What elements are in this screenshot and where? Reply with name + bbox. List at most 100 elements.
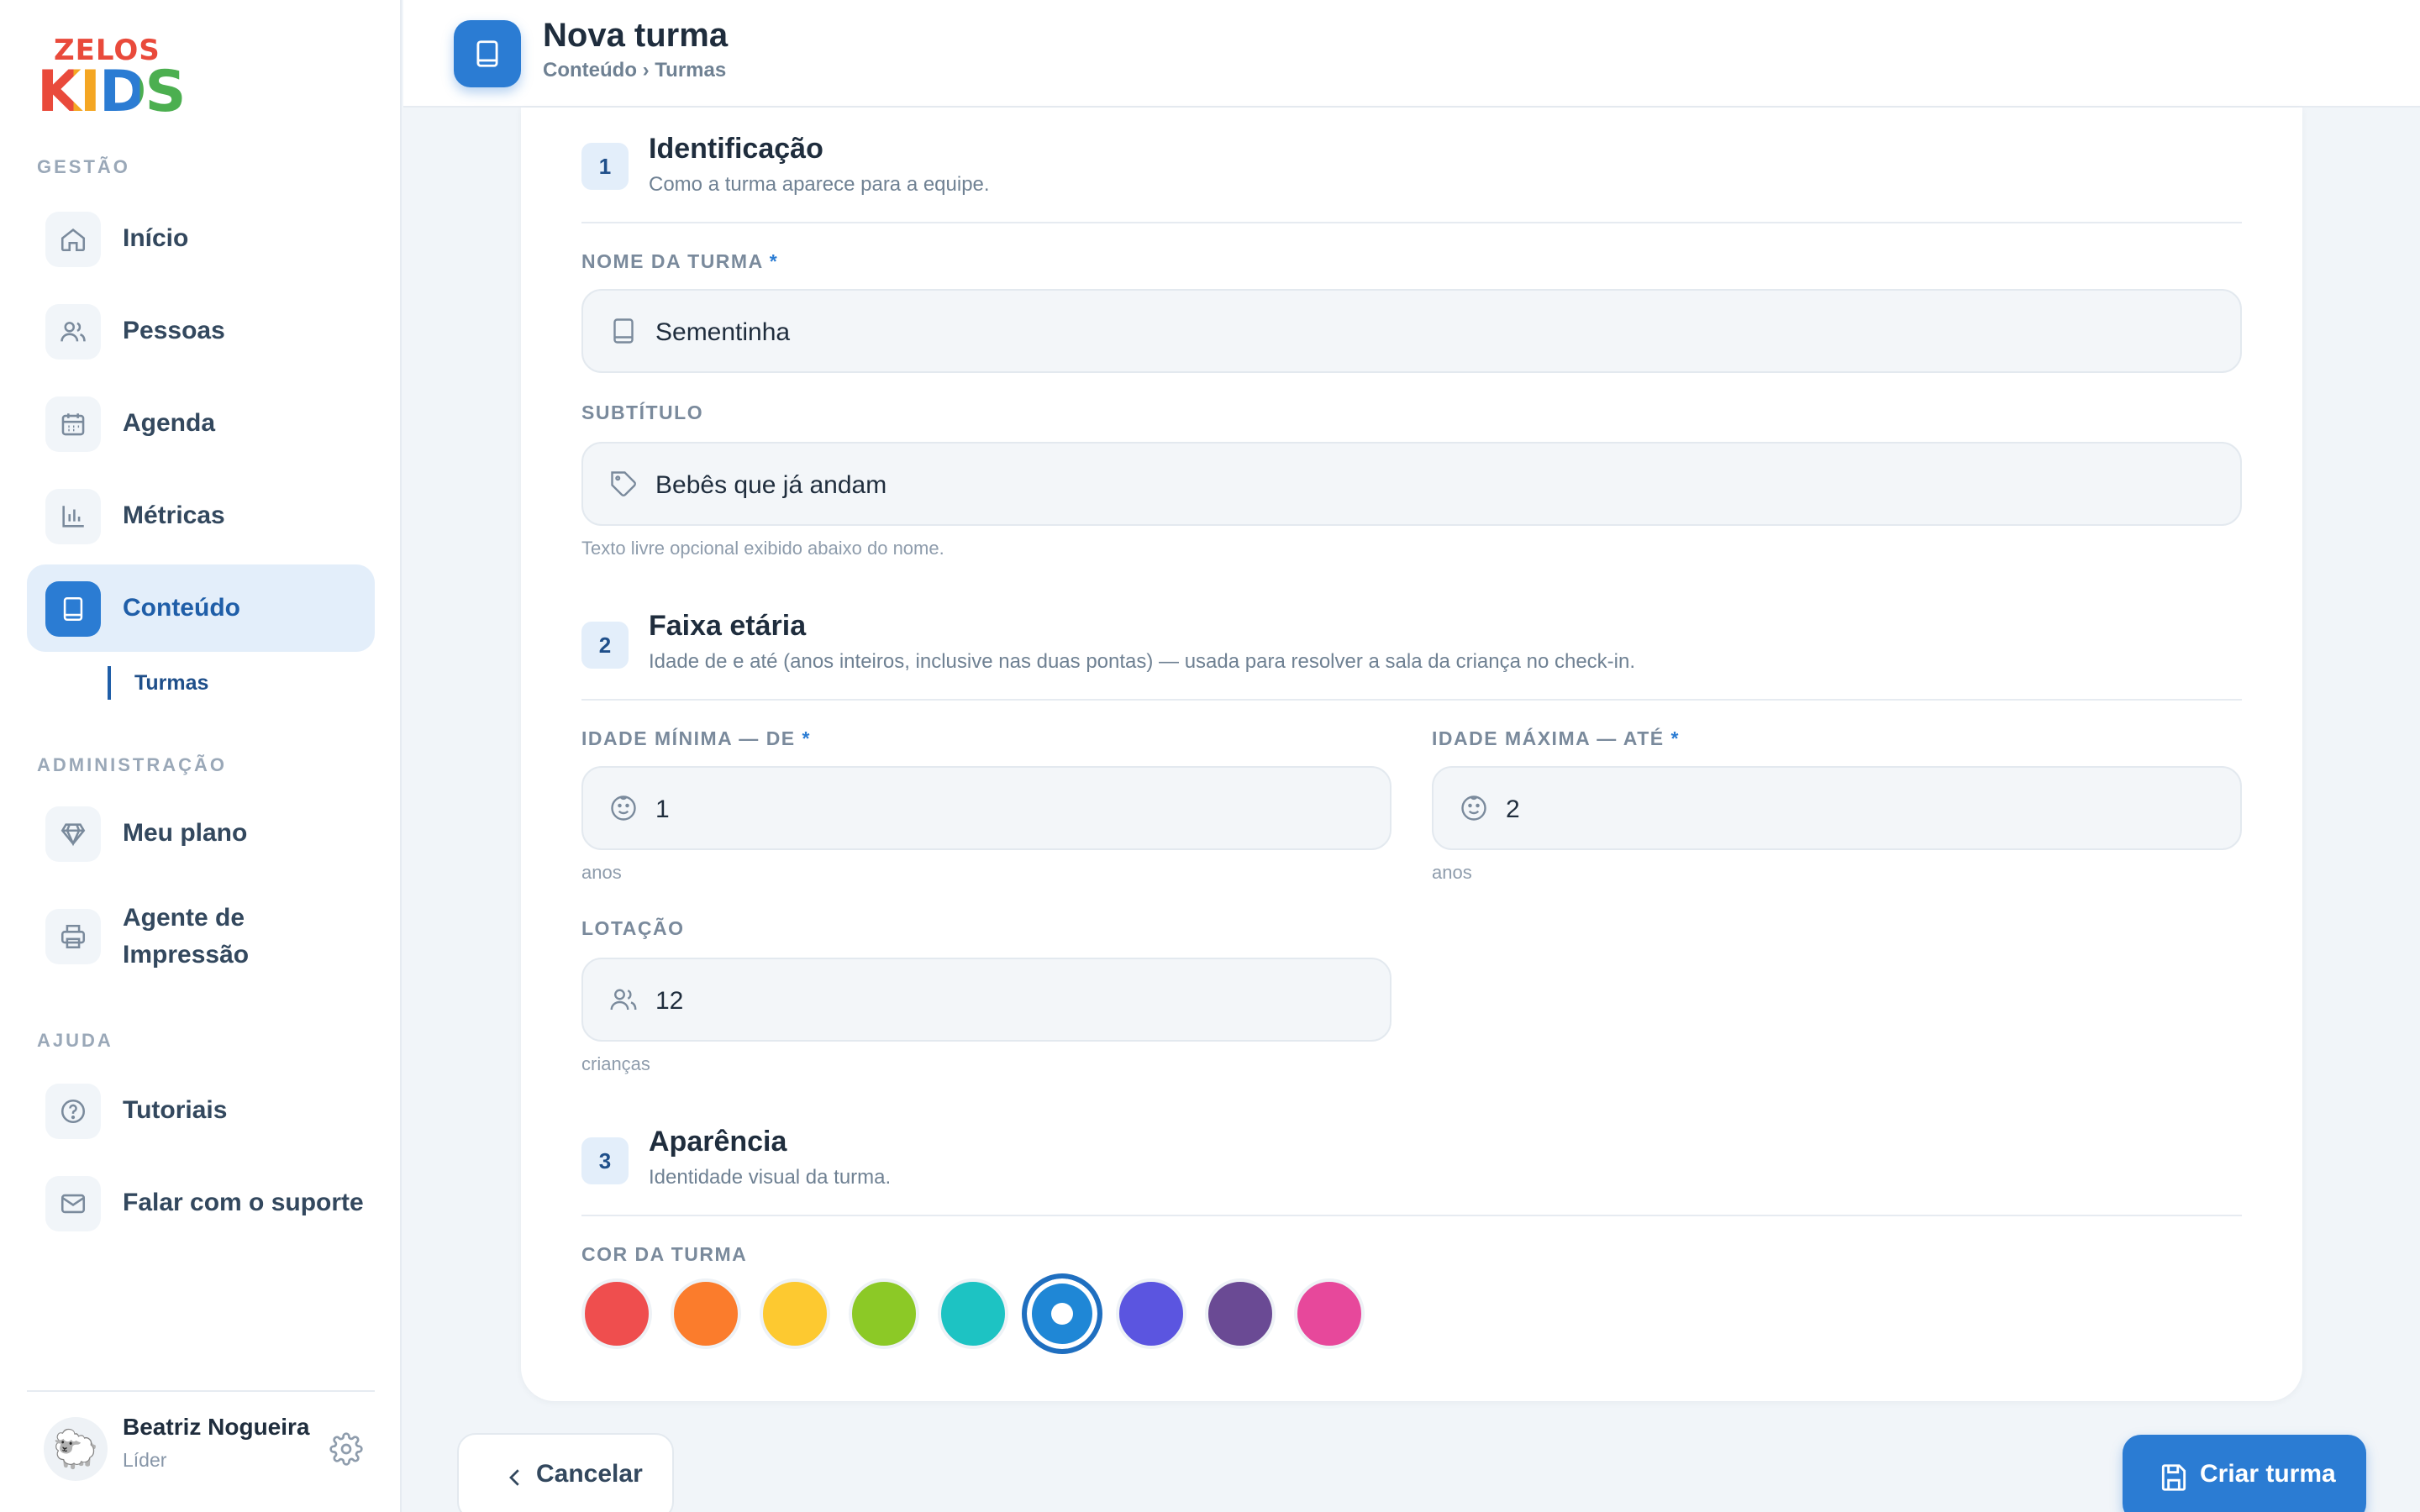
name-field-label: NOME DA TURMA * xyxy=(581,250,778,273)
create-class-button[interactable]: Criar turma xyxy=(2123,1435,2366,1512)
max-age-label: IDADE MÁXIMA — ATÉ * xyxy=(1432,727,1680,750)
create-class-label: Criar turma xyxy=(2200,1460,2336,1488)
step-title-aparencia: Aparência xyxy=(649,1126,787,1158)
sidebar-item-label: Métricas xyxy=(123,501,225,529)
book-icon xyxy=(454,20,521,87)
class-name-input[interactable]: Sementinha xyxy=(581,289,2242,373)
class-name-value: Sementinha xyxy=(655,318,791,346)
min-age-hint: anos xyxy=(581,862,622,883)
step-title-faixa-etaria: Faixa etária xyxy=(649,610,807,642)
capacity-input[interactable]: 12 xyxy=(581,958,1392,1042)
subtitle-input[interactable]: Bebês que já andam xyxy=(581,442,2242,526)
sidebar-item-label: Início xyxy=(123,224,189,252)
color-swatch-indigo[interactable] xyxy=(1116,1278,1186,1349)
sidebar-subitem-turmas[interactable]: Turmas xyxy=(108,666,208,700)
sidebar-item-label: Conteúdo xyxy=(123,594,240,622)
sidebar-item-label: Pessoas xyxy=(123,317,225,344)
sidebar-item-meu-plano[interactable]: Meu plano xyxy=(27,790,375,877)
page-title: Nova turma xyxy=(543,17,729,54)
color-label: COR DA TURMA xyxy=(581,1243,748,1265)
subtitle-value: Bebês que já andam xyxy=(655,471,887,499)
logo-line2: KIDS xyxy=(37,59,186,125)
step-title-identificacao: Identificação xyxy=(649,133,823,165)
color-swatch-blue[interactable] xyxy=(1022,1273,1102,1354)
sidebar-item-inicio[interactable]: Início xyxy=(27,195,375,282)
printer-icon xyxy=(45,909,101,964)
required-marker: * xyxy=(1670,727,1680,749)
max-age-label-text: IDADE MÁXIMA — ATÉ xyxy=(1432,727,1665,749)
sidebar-item-label: Falar com o suporte xyxy=(123,1189,364,1216)
step-desc-aparencia: Identidade visual da turma. xyxy=(649,1166,892,1189)
color-swatch-pink[interactable] xyxy=(1294,1278,1365,1349)
color-swatch-orange[interactable] xyxy=(671,1278,741,1349)
section-label-gestao: GESTÃO xyxy=(37,156,130,177)
sidebar-item-agenda[interactable]: Agenda xyxy=(27,380,375,467)
capacity-value: 12 xyxy=(655,987,684,1015)
max-age-input[interactable]: 2 xyxy=(1432,766,2242,850)
step-badge-3: 3 xyxy=(581,1137,629,1184)
required-marker: * xyxy=(802,727,811,749)
max-age-hint: anos xyxy=(1432,862,1472,883)
help-circle-icon xyxy=(45,1084,101,1139)
sidebar-item-label: Agente de Impressão xyxy=(123,904,250,969)
section-divider xyxy=(581,1215,2242,1216)
max-age-value: 2 xyxy=(1506,795,1520,823)
sidebar-item-falar-com-suporte[interactable]: Falar com o suporte xyxy=(27,1159,375,1247)
step-badge-1: 1 xyxy=(581,143,629,190)
user-name: Beatriz Nogueira xyxy=(123,1414,310,1440)
step-badge-2: 2 xyxy=(581,622,629,669)
capacity-hint: crianças xyxy=(581,1053,650,1074)
color-swatch-teal[interactable] xyxy=(938,1278,1008,1349)
sidebar-item-label: Meu plano xyxy=(123,819,248,847)
selected-indicator xyxy=(1051,1303,1073,1325)
zelos-kids-logo[interactable]: ZELOS KIDS xyxy=(37,34,186,125)
capacity-label: LOTAÇÃO xyxy=(581,917,685,939)
name-field-label-text: NOME DA TURMA xyxy=(581,250,763,272)
min-age-input[interactable]: 1 xyxy=(581,766,1392,850)
home-icon xyxy=(45,212,101,267)
subtitle-field-label: SUBTÍTULO xyxy=(581,402,704,423)
breadcrumb[interactable]: Conteúdo › Turmas xyxy=(543,59,726,82)
sheep-avatar[interactable]: 🐑 xyxy=(44,1417,108,1481)
book-icon xyxy=(613,318,634,344)
diamond-icon xyxy=(45,806,101,862)
bar-chart-icon xyxy=(45,489,101,544)
color-swatch-red[interactable] xyxy=(581,1278,652,1349)
subtitle-hint: Texto livre opcional exibido abaixo do n… xyxy=(581,538,944,559)
calendar-icon xyxy=(45,396,101,452)
section-divider xyxy=(581,222,2242,223)
sidebar-item-label: Agenda xyxy=(123,409,216,437)
section-divider xyxy=(581,699,2242,701)
required-marker: * xyxy=(769,250,779,272)
cancel-label: Cancelar xyxy=(536,1460,643,1488)
sidebar-item-agente-de-impressao[interactable]: Agente de Impressão xyxy=(27,892,375,981)
sidebar-item-pessoas[interactable]: Pessoas xyxy=(27,287,375,375)
section-label-administracao: ADMINISTRAÇÃO xyxy=(37,754,227,775)
sidebar-item-tutoriais[interactable]: Tutoriais xyxy=(27,1067,375,1154)
section-label-ajuda: AJUDA xyxy=(37,1030,113,1051)
sidebar-item-label: Tutoriais xyxy=(123,1096,228,1124)
save-icon xyxy=(2161,1464,2186,1491)
mail-icon xyxy=(45,1176,101,1231)
user-profile: 🐑 Beatriz Nogueira Líder xyxy=(27,1390,375,1491)
cancel-button[interactable]: Cancelar xyxy=(457,1433,674,1512)
smile-icon xyxy=(1461,795,1486,821)
sidebar-item-conteudo[interactable]: Conteúdo xyxy=(27,564,375,652)
book-icon xyxy=(45,581,101,637)
page-header: Nova turma Conteúdo › Turmas xyxy=(403,0,2420,108)
color-swatch-yellow[interactable] xyxy=(760,1278,830,1349)
users-icon xyxy=(45,304,101,360)
sidebar-item-metricas[interactable]: Métricas xyxy=(27,472,375,559)
min-age-label-text: IDADE MÍNIMA — DE xyxy=(581,727,796,749)
gear-icon[interactable] xyxy=(329,1432,363,1466)
tag-icon xyxy=(611,471,636,496)
step-desc-faixa-etaria: Idade de e até (anos inteiros, inclusive… xyxy=(649,650,1636,673)
smile-icon xyxy=(611,795,636,821)
min-age-value: 1 xyxy=(655,795,670,823)
color-swatch-purple[interactable] xyxy=(1205,1278,1276,1349)
min-age-label: IDADE MÍNIMA — DE * xyxy=(581,727,811,750)
step-desc-identificacao: Como a turma aparece para a equipe. xyxy=(649,173,990,196)
chevron-left-icon xyxy=(509,1469,519,1486)
color-swatch-green[interactable] xyxy=(849,1278,919,1349)
sidebar: ZELOS KIDS GESTÃO Início Pessoas Agenda … xyxy=(0,0,402,1512)
